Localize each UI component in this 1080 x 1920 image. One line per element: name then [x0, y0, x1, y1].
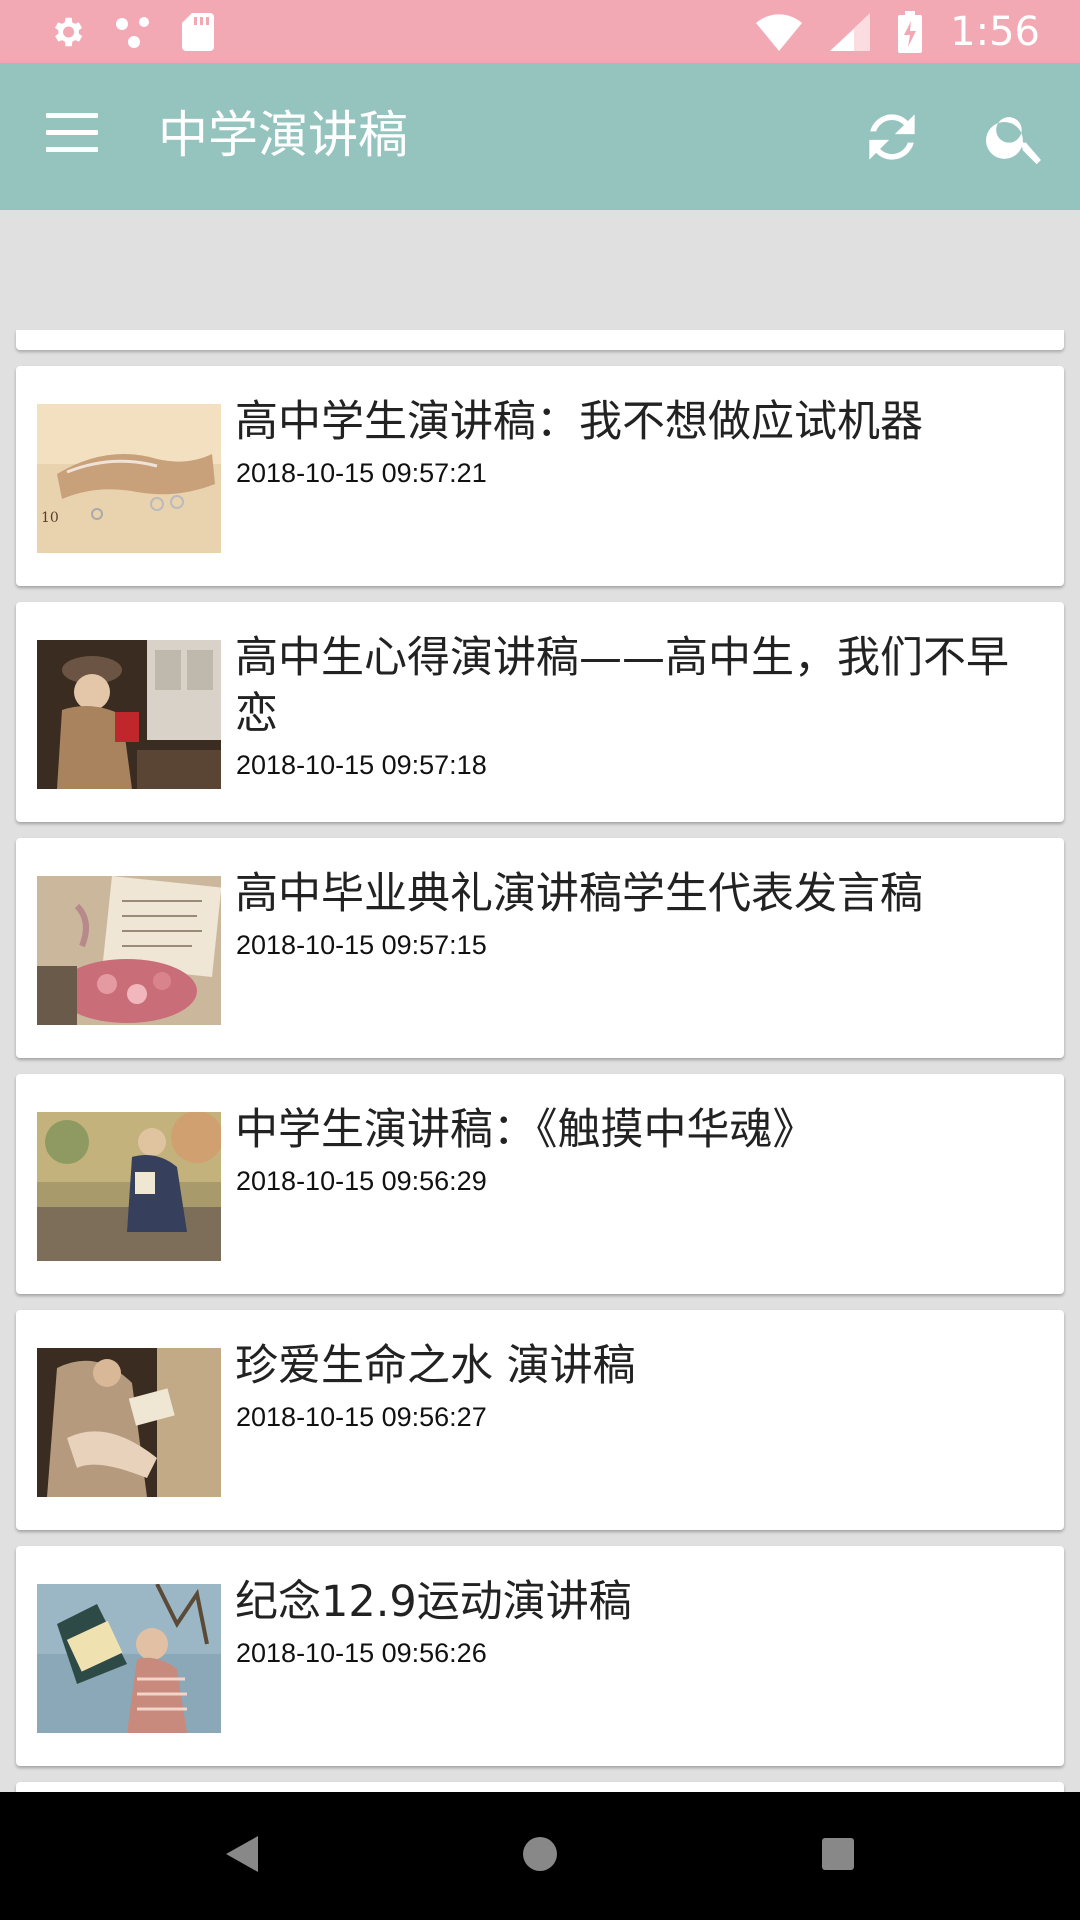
- article-thumbnail: [37, 640, 221, 789]
- article-thumbnail: [37, 1348, 221, 1497]
- article-card[interactable]: 高中生心得演讲稿——高中生，我们不早恋 2018-10-15 09:57:18: [16, 602, 1064, 822]
- article-time: 2018-10-15 09:57:15: [236, 930, 487, 960]
- menu-icon[interactable]: [46, 113, 98, 153]
- article-card[interactable]: 纪念12.9运动演讲稿 2018-10-15 09:56:26: [16, 1546, 1064, 1766]
- article-title: 高中毕业典礼演讲稿学生代表发言稿: [235, 869, 923, 919]
- app-bar: 中学演讲稿: [0, 63, 1080, 210]
- previous-card-edge: [16, 330, 1064, 350]
- article-title: 纪念12.9运动演讲稿: [235, 1577, 632, 1627]
- home-circle-icon[interactable]: [520, 1832, 560, 1876]
- banner-area: [0, 210, 1080, 340]
- recent-square-icon[interactable]: [818, 1832, 858, 1876]
- article-title: 珍爱生命之水 演讲稿: [235, 1341, 636, 1391]
- article-card[interactable]: 高中毕业典礼演讲稿学生代表发言稿 2018-10-15 09:57:15: [16, 838, 1064, 1058]
- article-card[interactable]: 珍爱生命之水 演讲稿 2018-10-15 09:56:27: [16, 1310, 1064, 1530]
- signal-icon: [830, 12, 871, 51]
- battery-charging-icon: [898, 10, 923, 53]
- article-title: 高中学生演讲稿：我不想做应试机器: [235, 397, 923, 447]
- article-thumbnail: 10: [37, 404, 221, 553]
- search-icon[interactable]: [982, 103, 1050, 171]
- article-thumbnail: [37, 1112, 221, 1261]
- status-bar: 1:56: [0, 0, 1080, 63]
- article-time: 2018-10-15 09:56:29: [236, 1166, 487, 1196]
- settings-icon: [54, 17, 83, 46]
- next-card-edge: [16, 1782, 1064, 1792]
- article-title: 中学生演讲稿：《触摸中华魂》: [235, 1105, 816, 1155]
- article-time: 2018-10-15 09:57:18: [236, 750, 487, 780]
- article-time: 2018-10-15 09:56:27: [236, 1402, 487, 1432]
- sd-card-icon: [182, 12, 214, 51]
- back-triangle-icon[interactable]: [222, 1832, 262, 1876]
- app-title: 中学演讲稿: [158, 106, 408, 164]
- article-title: 高中生心得演讲稿——高中生，我们不早恋: [235, 633, 1009, 739]
- status-left-icons: [48, 12, 214, 51]
- article-card[interactable]: 10 高中学生演讲稿：我不想做应试机器 2018-10-15 09:57:21: [16, 366, 1064, 586]
- article-card[interactable]: 中学生演讲稿：《触摸中华魂》 2018-10-15 09:56:29: [16, 1074, 1064, 1294]
- status-right-icons: 1:56: [756, 9, 1040, 55]
- wifi-icon: [756, 13, 803, 51]
- dots-icon: [116, 16, 149, 48]
- status-time: 1:56: [950, 8, 1040, 55]
- article-list[interactable]: 10 高中学生演讲稿：我不想做应试机器 2018-10-15 09:57:21 …: [0, 330, 1080, 1792]
- system-nav-bar: [0, 1792, 1080, 1920]
- article-time: 2018-10-15 09:57:21: [236, 458, 487, 488]
- refresh-icon[interactable]: [858, 103, 926, 171]
- article-thumbnail: [37, 876, 221, 1025]
- article-thumbnail: [37, 1584, 221, 1733]
- article-time: 2018-10-15 09:56:26: [236, 1638, 487, 1668]
- svg-text:10: 10: [41, 510, 59, 526]
